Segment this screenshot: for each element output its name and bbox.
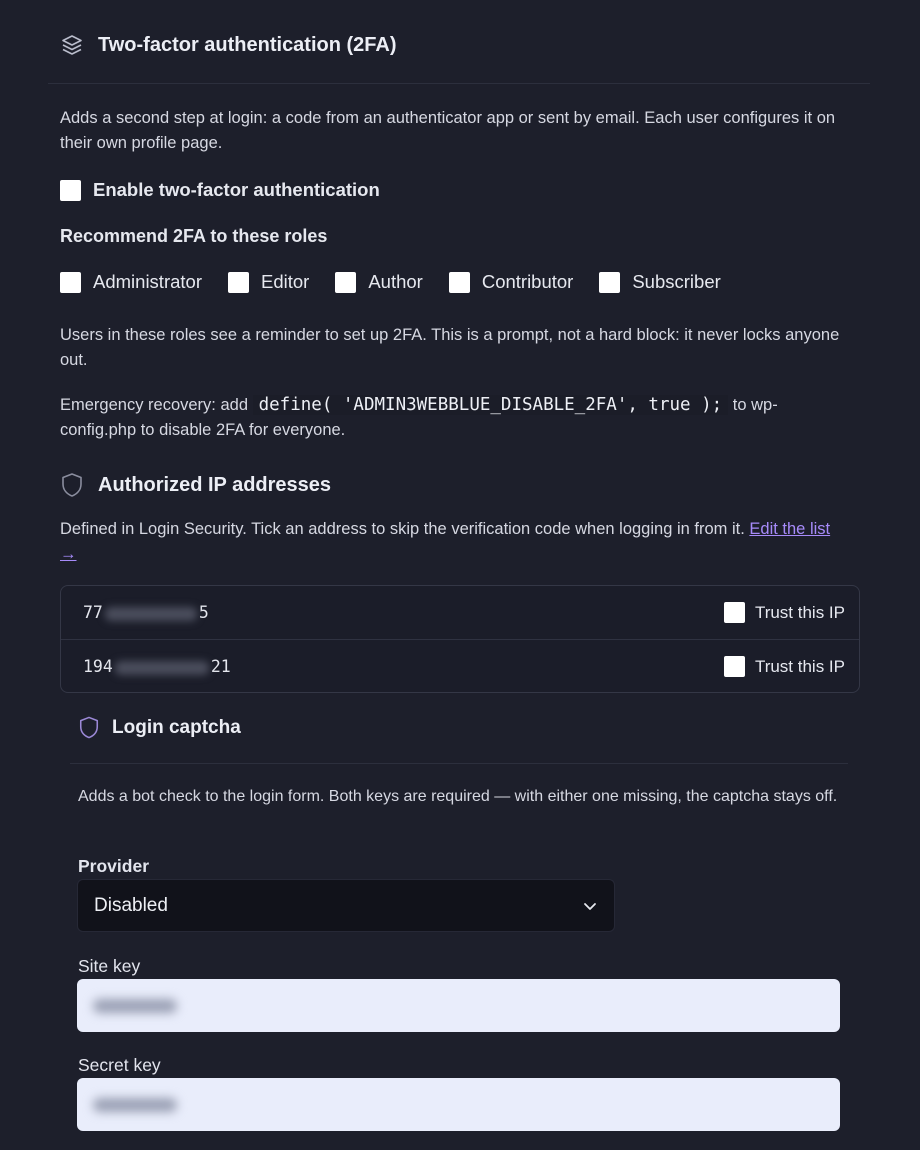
trust-ip-box[interactable] [723, 602, 745, 623]
settings-page: Two-factor authentication (2FA) Adds a s… [0, 0, 920, 1150]
trust-ip-checkbox[interactable]: Trust this IP [723, 656, 845, 677]
ip-row: 77 5 Trust this IP [61, 586, 859, 639]
authorized-ips-header: Authorized IP addresses [60, 472, 331, 498]
site-key-label: Site key [78, 956, 141, 976]
site-key-redacted [93, 999, 177, 1013]
captcha-divider [70, 763, 848, 764]
provider-label: Provider [78, 856, 149, 876]
layers-icon [62, 35, 82, 55]
authorized-ips-description: Defined in Login Security. Tick an addre… [60, 517, 850, 567]
enable-2fa-label: Enable two-factor authentication [93, 179, 380, 200]
twofa-divider [48, 83, 870, 84]
captcha-title: Login captcha [112, 716, 241, 738]
ip-list: 77 5 Trust this IP 194 21 Trust this IP [60, 585, 860, 693]
provider-select[interactable]: Disabled [77, 879, 615, 932]
secret-key-redacted [93, 1098, 177, 1112]
twofa-title: Two-factor authentication (2FA) [98, 33, 397, 56]
twofa-header: Two-factor authentication (2FA) [60, 33, 397, 57]
ip-address: 194 21 [83, 657, 231, 676]
recovery-note: Emergency recovery: add define( 'ADMIN3W… [60, 393, 850, 443]
role-author[interactable]: Author [335, 271, 423, 293]
trust-ip-box[interactable] [723, 656, 745, 677]
captcha-description: Adds a bot check to the login form. Both… [78, 788, 838, 805]
twofa-description: Adds a second step at login: a code from… [60, 109, 836, 152]
secret-key-input[interactable] [77, 1078, 840, 1131]
authorized-ips-title: Authorized IP addresses [98, 473, 332, 496]
ip-end: 5 [198, 603, 209, 622]
ip-row: 194 21 Trust this IP [61, 639, 859, 693]
shield-icon [62, 473, 82, 497]
role-checkbox[interactable] [335, 271, 357, 293]
enable-2fa-box[interactable] [60, 179, 81, 201]
trust-ip-label: Trust this IP [754, 602, 845, 622]
authorized-ips-text: Defined in Login Security. Tick an addre… [60, 520, 745, 538]
trust-ip-checkbox[interactable]: Trust this IP [723, 602, 845, 623]
role-label: Author [368, 271, 423, 292]
ip-redacted [104, 606, 197, 621]
roles-list: Administrator Editor Author Contributor … [60, 271, 747, 293]
role-checkbox[interactable] [448, 271, 470, 293]
role-editor[interactable]: Editor [227, 271, 310, 293]
ip-start: 194 [83, 657, 113, 676]
role-checkbox[interactable] [599, 271, 621, 293]
roles-note: Users in these roles see a reminder to s… [60, 326, 840, 369]
role-administrator[interactable]: Administrator [60, 271, 202, 293]
recovery-code: define( 'ADMIN3WEBBLUE_DISABLE_2FA', tru… [252, 395, 729, 415]
shield-icon [79, 716, 99, 739]
ip-redacted [114, 660, 209, 675]
secret-key-label: Secret key [78, 1055, 161, 1075]
role-checkbox[interactable] [227, 271, 249, 293]
site-key-input[interactable] [77, 979, 840, 1032]
provider-value: Disabled [94, 894, 168, 916]
trust-ip-label: Trust this IP [754, 656, 845, 676]
enable-2fa-checkbox[interactable]: Enable two-factor authentication [60, 179, 380, 201]
roles-heading: Recommend 2FA to these roles [60, 226, 328, 246]
role-label: Subscriber [632, 271, 721, 292]
role-label: Contributor [481, 271, 574, 292]
role-label: Administrator [93, 271, 202, 292]
chevron-down-icon [584, 902, 596, 910]
role-contributor[interactable]: Contributor [448, 271, 574, 293]
role-label: Editor [260, 271, 310, 292]
role-subscriber[interactable]: Subscriber [599, 271, 721, 293]
ip-start: 77 [83, 603, 103, 622]
captcha-header: Login captcha [78, 715, 241, 740]
ip-address: 77 5 [83, 603, 209, 622]
ip-end: 21 [210, 657, 231, 676]
role-checkbox[interactable] [60, 271, 81, 293]
recovery-prefix: Emergency recovery: add [60, 396, 249, 414]
